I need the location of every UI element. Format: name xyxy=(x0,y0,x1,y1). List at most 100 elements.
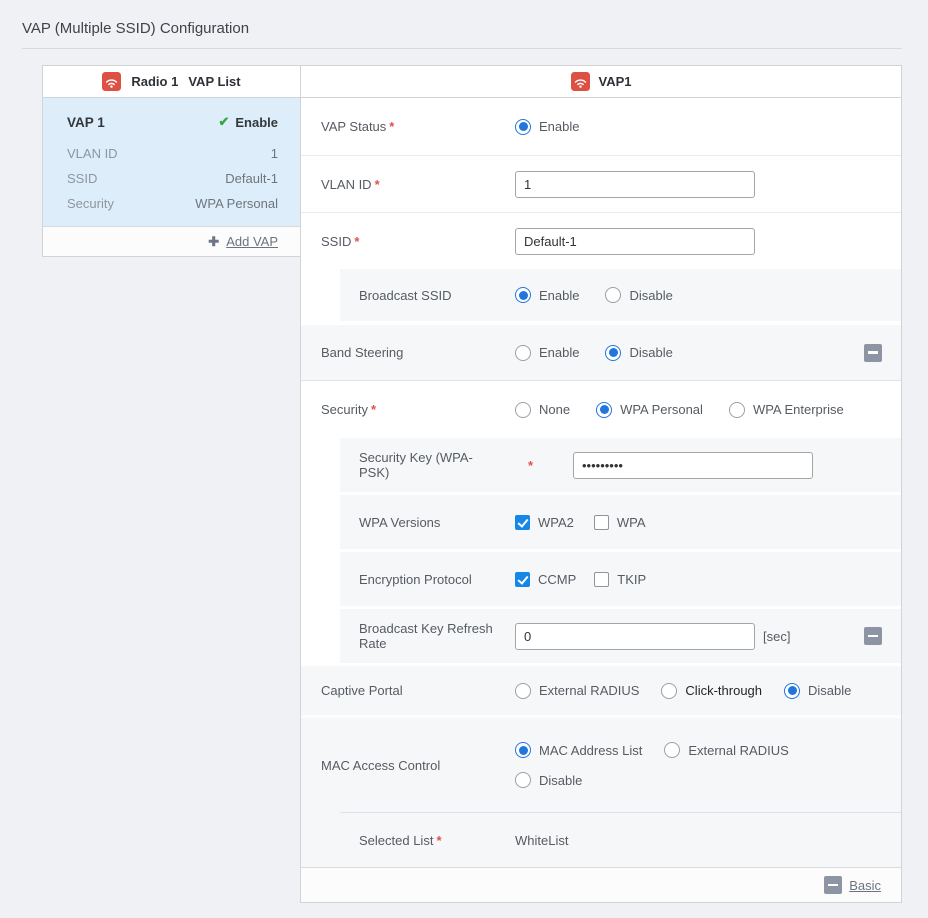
option-label: External RADIUS xyxy=(688,743,788,758)
option-label: Click-through xyxy=(685,683,762,698)
radio-selected-icon[interactable] xyxy=(515,119,531,135)
vap-card-status: ✔ Enable xyxy=(218,114,278,130)
radio-selected-icon[interactable] xyxy=(605,345,621,361)
selected-list-label: Selected List* xyxy=(359,833,515,848)
panel-footer: Basic xyxy=(301,868,901,902)
captive-portal-click-through-radio[interactable]: Click-through xyxy=(661,683,762,699)
row-security: Security* None WPA Personal WPA Enterpri… xyxy=(301,381,901,438)
option-label: MAC Address List xyxy=(539,743,642,758)
security-none-radio[interactable]: None xyxy=(515,402,570,418)
row-broadcast-ssid: Broadcast SSID Enable Disable xyxy=(340,269,901,325)
radio-icon[interactable] xyxy=(661,683,677,699)
option-label: External RADIUS xyxy=(539,683,639,698)
band-steering-disable-radio[interactable]: Disable xyxy=(605,345,672,361)
option-label: Enable xyxy=(539,119,579,134)
broadcast-ssid-enable-radio[interactable]: Enable xyxy=(515,287,579,303)
ssid-label: SSID* xyxy=(321,234,515,249)
mac-disable-radio[interactable]: Disable xyxy=(515,772,582,788)
option-label: Disable xyxy=(629,288,672,303)
option-label: Disable xyxy=(629,345,672,360)
band-steering-enable-radio[interactable]: Enable xyxy=(515,345,579,361)
security-key-input[interactable] xyxy=(573,452,813,479)
broadcast-ssid-label: Broadcast SSID xyxy=(359,288,515,303)
basic-link[interactable]: Basic xyxy=(849,878,881,893)
radio-icon[interactable] xyxy=(515,402,531,418)
radio-icon[interactable] xyxy=(664,742,680,758)
mac-external-radius-radio[interactable]: External RADIUS xyxy=(664,742,788,758)
add-vap-link[interactable]: Add VAP xyxy=(226,234,278,249)
mac-address-list-radio[interactable]: MAC Address List xyxy=(515,742,642,758)
tkip-checkbox[interactable]: TKIP xyxy=(594,572,646,587)
vlan-id-input[interactable] xyxy=(515,171,755,198)
broadcast-key-refresh-rate-input[interactable] xyxy=(515,623,755,650)
required-asterisk: * xyxy=(371,402,376,417)
band-steering-label: Band Steering xyxy=(321,345,515,360)
mac-access-control-block: MAC Access Control MAC Address List Exte… xyxy=(301,718,901,868)
radio-icon[interactable] xyxy=(515,772,531,788)
broadcast-ssid-disable-radio[interactable]: Disable xyxy=(605,287,672,303)
vap-card-row-vlan: VLAN ID 1 xyxy=(67,141,278,166)
option-label: WPA2 xyxy=(538,515,574,530)
ccmp-checkbox[interactable]: CCMP xyxy=(515,572,576,587)
row-broadcast-key-refresh-rate: Broadcast Key Refresh Rate [sec] xyxy=(340,609,901,666)
vap-status-enable-radio[interactable]: Enable xyxy=(515,119,579,135)
ssid-input[interactable] xyxy=(515,228,755,255)
captive-portal-external-radius-radio[interactable]: External RADIUS xyxy=(515,683,639,699)
collapse-minus-button[interactable] xyxy=(864,344,882,362)
row-captive-portal: Captive Portal External RADIUS Click-thr… xyxy=(301,666,901,718)
radio-selected-icon[interactable] xyxy=(784,683,800,699)
check-icon: ✔ xyxy=(218,114,229,130)
vap-list-label: VAP List xyxy=(188,74,240,89)
row-security-key: Security Key (WPA-PSK) * xyxy=(340,438,901,495)
row-band-steering: Band Steering Enable Disable xyxy=(301,325,901,381)
encryption-protocol-label: Encryption Protocol xyxy=(359,572,515,587)
option-label: CCMP xyxy=(538,572,576,587)
vlan-id-label: VLAN ID* xyxy=(321,177,515,192)
security-wpa-personal-radio[interactable]: WPA Personal xyxy=(596,402,703,418)
vap-configuration-layout: Radio 1 VAP List VAP 1 ✔ Enable VLAN ID … xyxy=(42,65,928,903)
collapse-minus-button[interactable] xyxy=(864,627,882,645)
checkbox-icon[interactable] xyxy=(594,572,609,587)
wpa-checkbox[interactable]: WPA xyxy=(594,515,646,530)
radio-icon[interactable] xyxy=(515,345,531,361)
option-label: Enable xyxy=(539,345,579,360)
wpa-versions-label: WPA Versions xyxy=(359,515,515,530)
row-wpa-versions: WPA Versions WPA2 WPA xyxy=(340,495,901,552)
option-label: WPA Enterprise xyxy=(753,402,844,417)
option-label: None xyxy=(539,402,570,417)
radio-selected-icon[interactable] xyxy=(515,287,531,303)
option-label: Disable xyxy=(808,683,851,698)
page-title: VAP (Multiple SSID) Configuration xyxy=(0,0,928,37)
option-label: WPA xyxy=(617,515,646,530)
broadcast-key-refresh-rate-label: Broadcast Key Refresh Rate xyxy=(359,621,515,651)
vap-detail-header: VAP1 xyxy=(301,66,901,98)
vap-detail-title: VAP1 xyxy=(599,74,632,89)
wifi-icon xyxy=(571,72,590,91)
radio-selected-icon[interactable] xyxy=(515,742,531,758)
option-label: Enable xyxy=(539,288,579,303)
basic-minus-button[interactable] xyxy=(824,876,842,894)
security-key-label: Security Key (WPA-PSK) * xyxy=(359,450,573,480)
vap-status-label: VAP Status* xyxy=(321,119,515,134)
checkbox-icon[interactable] xyxy=(594,515,609,530)
wpa2-checkbox[interactable]: WPA2 xyxy=(515,515,574,530)
ssid-label: SSID xyxy=(67,171,97,186)
radio-selected-icon[interactable] xyxy=(596,402,612,418)
wifi-icon xyxy=(102,72,121,91)
row-ssid: SSID* xyxy=(301,213,901,269)
vap-detail-panel: VAP1 VAP Status* Enable VLAN ID* SSID* B… xyxy=(300,65,902,903)
checkbox-checked-icon[interactable] xyxy=(515,572,530,587)
title-divider xyxy=(22,48,902,49)
checkbox-checked-icon[interactable] xyxy=(515,515,530,530)
radio-icon[interactable] xyxy=(515,683,531,699)
radio-label: Radio 1 xyxy=(131,74,178,89)
required-asterisk: * xyxy=(436,833,441,848)
vap-card[interactable]: VAP 1 ✔ Enable VLAN ID 1 SSID Default-1 … xyxy=(43,98,300,226)
captive-portal-disable-radio[interactable]: Disable xyxy=(784,683,851,699)
selected-list-value: WhiteList xyxy=(515,833,568,848)
security-label: Security* xyxy=(321,402,515,417)
vap-card-row-security: Security WPA Personal xyxy=(67,191,278,216)
radio-icon[interactable] xyxy=(729,402,745,418)
security-wpa-enterprise-radio[interactable]: WPA Enterprise xyxy=(729,402,844,418)
radio-icon[interactable] xyxy=(605,287,621,303)
